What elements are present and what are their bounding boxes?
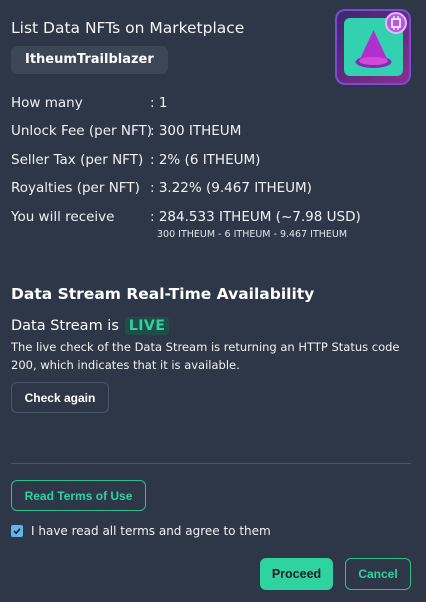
availability-heading: Data Stream Real-Time Availability: [11, 285, 315, 303]
check-again-button[interactable]: Check again: [11, 382, 109, 413]
agree-label: I have read all terms and agree to them: [31, 524, 271, 538]
data-stream-label: Data Stream is: [11, 318, 119, 334]
availability-description: The live check of the Data Stream is ret…: [11, 340, 400, 372]
agree-terms-row[interactable]: I have read all terms and agree to them: [11, 524, 271, 538]
checkmark-icon: [13, 528, 21, 535]
live-badge: LIVE: [124, 317, 170, 335]
detail-label: Unlock Fee (per NFT): [11, 123, 153, 139]
detail-label: You will receive: [11, 209, 115, 225]
detail-value: : 284.533 ITHEUM (~7.98 USD): [150, 209, 361, 225]
detail-value: : 3.22% (9.467 ITHEUM): [150, 180, 312, 196]
detail-value: : 2% (6 ITHEUM): [150, 152, 261, 168]
detail-label: Royalties (per NFT): [11, 180, 140, 196]
detail-value: : 300 ITHEUM: [150, 123, 242, 139]
detail-label: How many: [11, 95, 83, 111]
cancel-button[interactable]: Cancel: [345, 558, 411, 590]
chip-icon: [385, 12, 407, 34]
modal-title: List Data NFTs on Marketplace: [11, 19, 245, 37]
token-name-badge: ItheumTrailblazer: [11, 46, 168, 74]
proceed-button[interactable]: Proceed: [260, 558, 333, 590]
agree-checkbox[interactable]: [11, 525, 23, 537]
divider: [11, 463, 411, 464]
receive-breakdown: 300 ITHEUM - 6 ITHEUM - 9.467 ITHEUM: [157, 229, 348, 240]
read-terms-button[interactable]: Read Terms of Use: [11, 480, 146, 511]
data-stream-status: Data Stream is LIVE: [11, 317, 170, 335]
detail-label: Seller Tax (per NFT): [11, 152, 144, 168]
detail-value: : 1: [150, 95, 168, 111]
